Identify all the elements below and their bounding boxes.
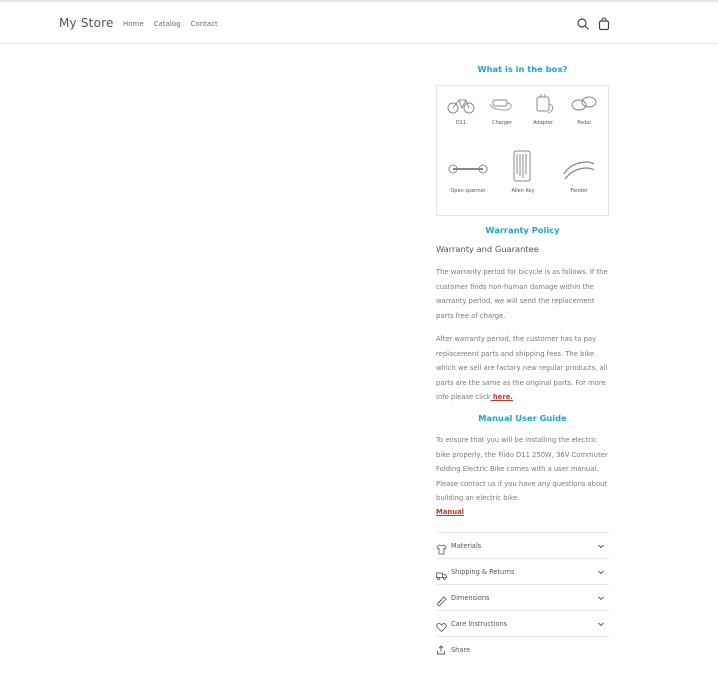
box-contents-image: D11 Charger Adapter Pedal Open spanner A…: [436, 85, 609, 216]
box-item-allen-key: Allen Key: [503, 148, 543, 194]
accordion-label: Care Instructions: [451, 619, 508, 628]
manual-link-row: Manual: [436, 505, 609, 520]
ruler-icon: [436, 592, 447, 607]
cart-icon[interactable]: [597, 16, 611, 31]
accordion-label: Materials: [451, 541, 482, 550]
box-item-open-spanner: Open spanner: [445, 154, 491, 194]
shirt-icon: [436, 540, 447, 555]
chevron-down-icon: [598, 570, 604, 574]
heart-icon: [436, 618, 447, 633]
manual-link[interactable]: Manual: [436, 508, 464, 516]
share-icon: [437, 645, 445, 655]
chevron-down-icon: [598, 596, 604, 600]
accordion-label: Dimensions: [451, 593, 490, 602]
chevron-down-icon: [598, 622, 604, 626]
box-item-pedal: Pedal: [564, 92, 604, 126]
nav-catalog[interactable]: Catalog: [154, 20, 181, 28]
accordion-bottom-divider: [436, 636, 609, 637]
accordion-shipping-returns[interactable]: Shipping & Returns: [436, 558, 609, 584]
manual-heading: Manual User Guide: [478, 413, 567, 423]
fender-icon: [563, 161, 595, 180]
store-logo[interactable]: My Store: [59, 16, 114, 30]
share-label: Share: [451, 646, 471, 654]
warranty-heading: Warranty Policy: [485, 225, 560, 235]
chevron-down-icon: [598, 544, 604, 548]
nav-home[interactable]: Home: [123, 20, 144, 28]
adapter-icon: [536, 94, 554, 114]
box-item-charger: Charger: [482, 92, 522, 126]
warranty-subheading: Warranty and Guarantee: [436, 244, 539, 254]
accordion-care-instructions[interactable]: Care Instructions: [436, 610, 609, 636]
bike-icon: [447, 99, 475, 114]
charger-icon: [489, 99, 512, 111]
allen-key-icon: [513, 150, 531, 182]
truck-icon: [436, 566, 447, 580]
accordion-materials[interactable]: Materials: [436, 532, 609, 558]
box-item-adapter: Adapter: [523, 92, 563, 126]
site-header: My Store Home Catalog Contact: [0, 2, 718, 44]
share-button[interactable]: Share: [436, 645, 470, 655]
accordion-label: Shipping & Returns: [451, 567, 515, 576]
main-nav: Home Catalog Contact: [123, 20, 218, 28]
search-icon[interactable]: [576, 16, 590, 30]
manual-paragraph: To ensure that you will be installing th…: [436, 436, 608, 502]
pedal-icon: [571, 96, 597, 111]
warranty-paragraph-2-text: After warranty period, the customer has …: [436, 335, 608, 401]
box-heading: What is in the box?: [477, 64, 568, 74]
spanner-icon: [448, 164, 488, 174]
accordion-dimensions[interactable]: Dimensions: [436, 584, 609, 610]
nav-contact[interactable]: Contact: [191, 20, 218, 28]
warranty-paragraph-2: After warranty period, the customer has …: [436, 332, 609, 405]
warranty-paragraph-1: The warranty period for bicycle is as fo…: [436, 268, 608, 320]
box-item-d11: D11: [441, 92, 481, 126]
warranty-here-link[interactable]: here.: [491, 393, 513, 401]
box-item-fender: Fender: [559, 154, 599, 194]
